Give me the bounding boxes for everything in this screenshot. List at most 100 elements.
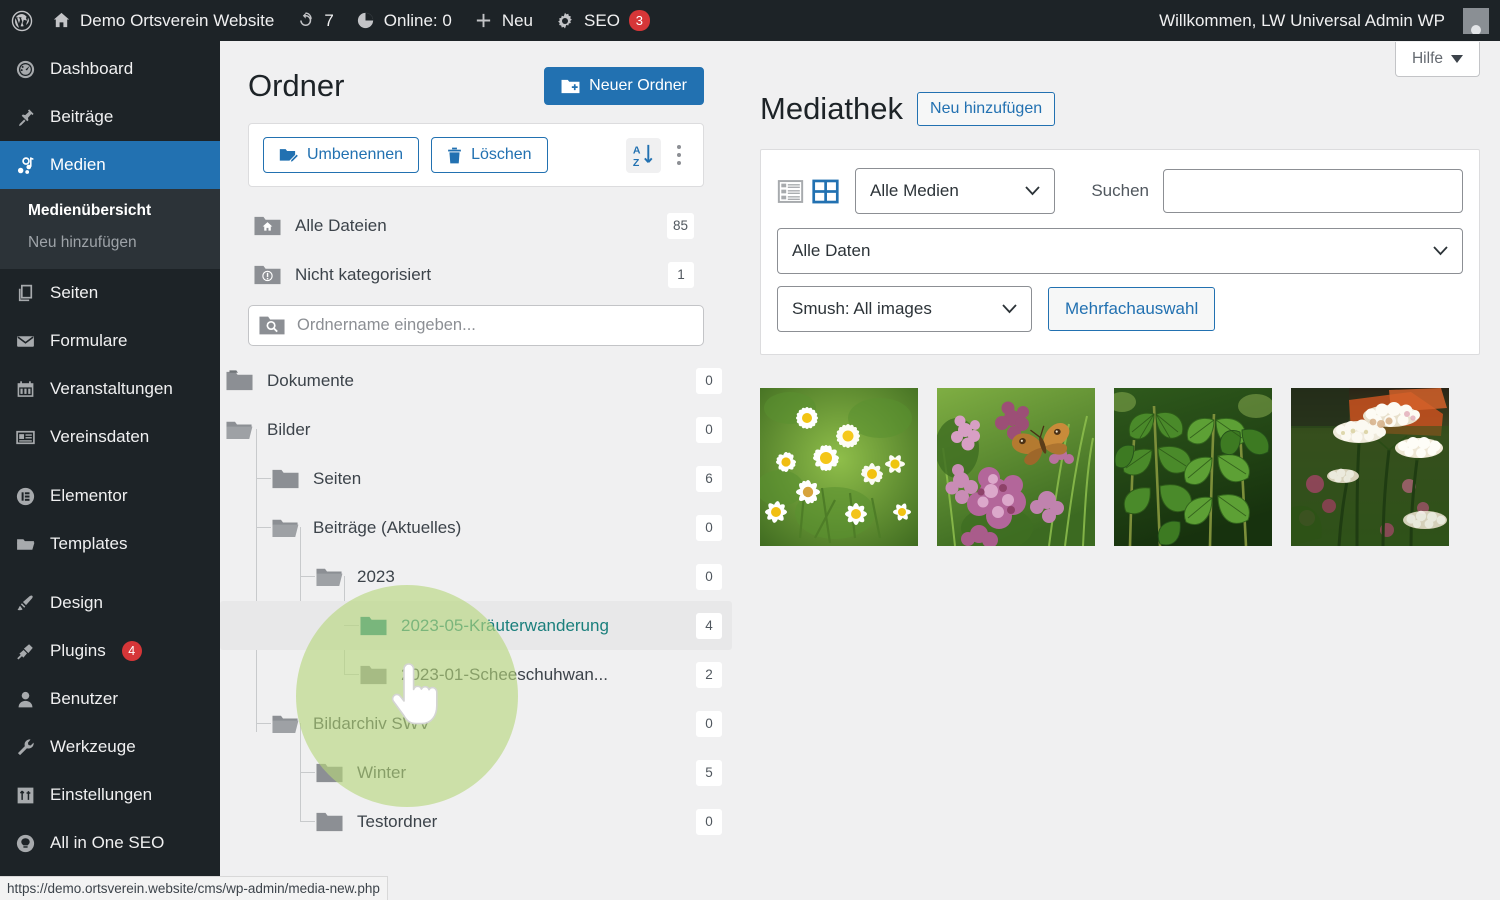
tree-row-2023[interactable]: 2023 0 xyxy=(220,552,732,601)
sidebar-item-all-in-one-seo[interactable]: All in One SEO xyxy=(0,819,220,867)
delete-label: Löschen xyxy=(471,146,532,163)
kebab-menu-icon[interactable] xyxy=(669,139,689,171)
list-view-icon[interactable] xyxy=(777,178,804,205)
seo-menu-button[interactable]: SEO 3 xyxy=(544,0,661,41)
sidebar-item-einstellungen[interactable]: Einstellungen xyxy=(0,771,220,819)
svg-text:Z: Z xyxy=(633,157,640,169)
nettle-thumbnail[interactable] xyxy=(1114,388,1272,546)
folder-row-nicht-kategorisiert[interactable]: Nicht kategorisiert 1 xyxy=(248,250,704,299)
greeting-label: Willkommen, LW Universal Admin WP xyxy=(1159,10,1445,30)
admin-sidebar: Dashboard Beiträge Medien Medienübersich… xyxy=(0,41,220,900)
online-label: Online: 0 xyxy=(383,10,452,30)
folder-search-icon xyxy=(259,315,285,336)
add-new-media-button[interactable]: Neu hinzufügen xyxy=(917,92,1056,126)
folder-open-icon xyxy=(272,517,299,539)
new-content-button[interactable]: Neu xyxy=(463,0,544,41)
media-type-filter-select[interactable]: Alle Medien xyxy=(855,168,1055,214)
tree-tick xyxy=(300,576,315,577)
folder-count: 6 xyxy=(696,465,722,492)
media-search-input[interactable] xyxy=(1163,169,1463,213)
sidebar-item-seiten[interactable]: Seiten xyxy=(0,269,220,317)
id-card-icon xyxy=(14,427,36,448)
folder-label: Alle Dateien xyxy=(295,215,387,235)
sidebar-item-neu-hinzufuegen[interactable]: Neu hinzufügen xyxy=(0,227,220,259)
folder-edit-icon xyxy=(279,147,298,164)
tree-row-2023-01-scheeschuhwanderung[interactable]: 2023-01-Scheeschuhwan... 2 xyxy=(220,650,732,699)
sidebar-item-formulare[interactable]: Formulare xyxy=(0,317,220,365)
smush-filter-select[interactable]: Smush: All images xyxy=(777,286,1032,332)
page-title: Ordner xyxy=(248,68,345,103)
tree-row-seiten[interactable]: Seiten 6 xyxy=(220,454,732,503)
sidebar-item-medien[interactable]: Medien xyxy=(0,141,220,189)
sidebar-item-dashboard[interactable]: Dashboard xyxy=(0,45,220,93)
folder-count: 1 xyxy=(668,261,694,288)
rename-button[interactable]: Umbenennen xyxy=(263,137,420,173)
sidebar-item-templates[interactable]: Templates xyxy=(0,520,220,568)
sidebar-label: Dashboard xyxy=(50,59,134,78)
sidebar-submenu-medien: Medienübersicht Neu hinzufügen xyxy=(0,189,220,269)
sort-az-icon[interactable]: A Z xyxy=(626,137,661,173)
bulk-select-button[interactable]: Mehrfachauswahl xyxy=(1048,287,1216,331)
user-icon xyxy=(14,689,36,710)
updates-count: 7 xyxy=(324,10,334,30)
tree-row-2023-05-kraeuterwanderung[interactable]: 2023-05-Kräuterwanderung 4 xyxy=(220,601,732,650)
tree-tick xyxy=(256,723,271,724)
help-toggle-button[interactable]: Hilfe xyxy=(1394,42,1480,77)
sidebar-item-benutzer[interactable]: Benutzer xyxy=(0,675,220,723)
folders-toolbar-right: A Z xyxy=(626,137,689,173)
tree-row-winter[interactable]: Winter 5 xyxy=(220,748,732,797)
tree-row-bilder[interactable]: Bilder 0 xyxy=(220,405,732,454)
wordpress-logo-button[interactable] xyxy=(0,0,41,41)
page-title: Mediathek xyxy=(760,91,904,126)
uncategorized-folder-icon xyxy=(254,264,281,286)
folder-label: 2023 xyxy=(357,566,395,586)
delete-button[interactable]: Löschen xyxy=(431,137,548,173)
sidebar-item-design[interactable]: Design xyxy=(0,579,220,627)
folder-selected-icon xyxy=(360,615,387,637)
chevron-down-icon xyxy=(980,299,1017,319)
media-date-filter-select[interactable]: Alle Daten xyxy=(777,228,1463,274)
sidebar-divider xyxy=(0,461,220,472)
yarrow-thumbnail[interactable] xyxy=(1291,388,1449,546)
butterfly-oregano-thumbnail[interactable] xyxy=(937,388,1095,546)
tree-row-bildarchiv-swv[interactable]: Bildarchiv SWV 0 xyxy=(220,699,732,748)
tree-row-testordner[interactable]: Testordner 0 xyxy=(220,797,732,846)
sidebar-label: Design xyxy=(50,593,103,612)
folder-row-alle-dateien[interactable]: Alle Dateien 85 xyxy=(248,201,704,250)
wordpress-icon xyxy=(11,10,33,32)
sidebar-item-veranstaltungen[interactable]: Veranstaltungen xyxy=(0,365,220,413)
sidebar-label: Seiten xyxy=(50,283,99,302)
folder-search-input[interactable] xyxy=(297,316,693,335)
updates-icon xyxy=(296,11,315,30)
sidebar-item-beitraege[interactable]: Beiträge xyxy=(0,93,220,141)
folder-open-icon xyxy=(226,419,253,441)
folders-quick-list: Alle Dateien 85 Nicht kategorisiert 1 xyxy=(248,201,704,346)
sidebar-item-werkzeuge[interactable]: Werkzeuge xyxy=(0,723,220,771)
tree-row-dokumente[interactable]: Dokumente 0 xyxy=(220,356,732,405)
tree-tick xyxy=(344,674,359,675)
chevron-down-icon xyxy=(1451,55,1463,63)
folder-plus-icon xyxy=(561,78,580,95)
account-menu[interactable]: Willkommen, LW Universal Admin WP xyxy=(1148,0,1500,41)
seo-label: SEO xyxy=(584,10,620,30)
new-folder-button[interactable]: Neuer Ordner xyxy=(544,67,704,105)
folder-label: 2023-05-Kräuterwanderung xyxy=(401,615,609,635)
sidebar-item-plugins[interactable]: Plugins 4 xyxy=(0,627,220,675)
updates-link[interactable]: 7 xyxy=(285,0,344,41)
chamomile-thumbnail[interactable] xyxy=(760,388,918,546)
sidebar-item-medienuebersicht[interactable]: Medienübersicht xyxy=(0,195,220,227)
sidebar-item-vereinsdaten[interactable]: Vereinsdaten xyxy=(0,413,220,461)
tree-row-beitraege-aktuelles[interactable]: Beiträge (Aktuelles) 0 xyxy=(220,503,732,552)
folders-header: Ordner Neuer Ordner xyxy=(220,41,732,115)
plus-icon xyxy=(474,11,493,30)
online-users-link[interactable]: Online: 0 xyxy=(345,0,463,41)
folder-search-box[interactable] xyxy=(248,305,704,346)
sidebar-item-elementor[interactable]: Elementor xyxy=(0,472,220,520)
site-name-link[interactable]: Demo Ortsverein Website xyxy=(41,0,285,41)
sidebar-label: Plugins xyxy=(50,641,106,660)
grid-view-icon[interactable] xyxy=(812,178,839,205)
folder-label: Bildarchiv SWV xyxy=(313,713,431,733)
sidebar-label: Elementor xyxy=(50,486,128,505)
folder-count: 0 xyxy=(696,416,722,443)
folder-count: 5 xyxy=(696,759,722,786)
